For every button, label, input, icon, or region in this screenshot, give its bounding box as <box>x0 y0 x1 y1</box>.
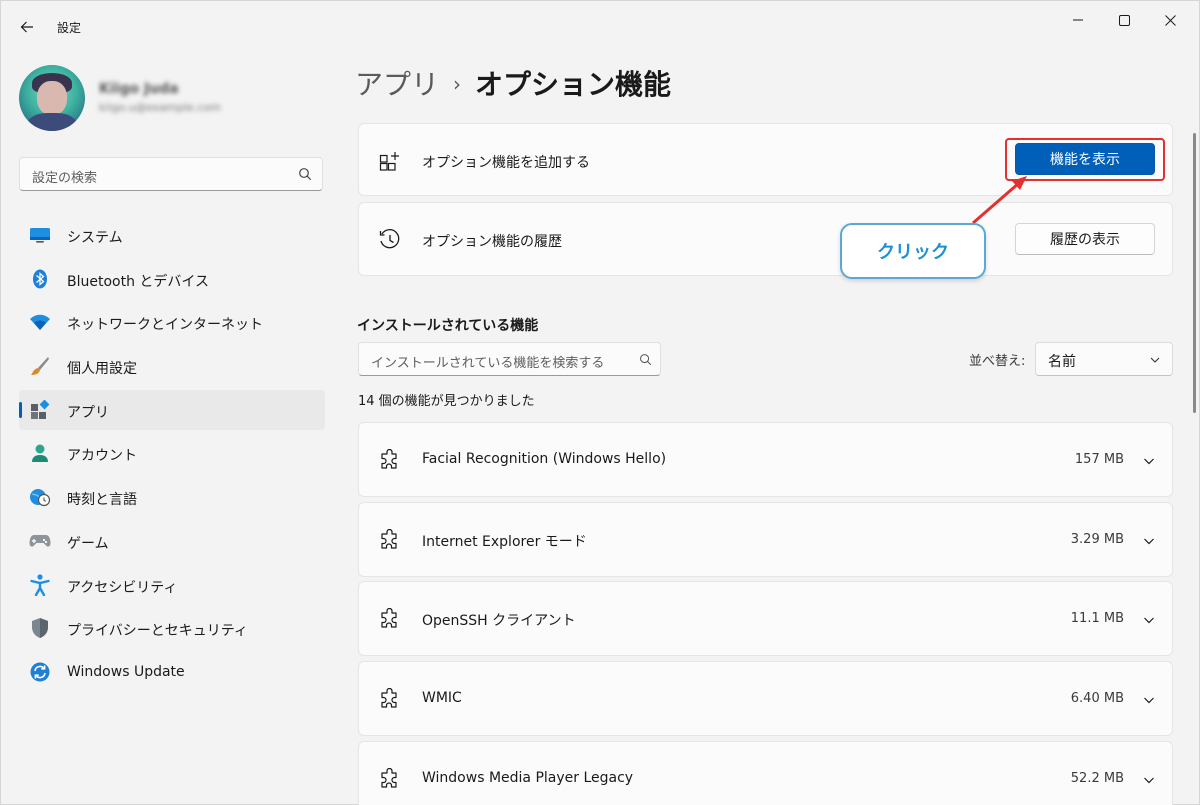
chevron-down-icon[interactable] <box>1140 532 1158 550</box>
sort-label: 並べ替え: <box>969 354 1026 369</box>
sidebar-item-accessibility[interactable]: アクセシビリティ <box>19 565 325 605</box>
sidebar-item-label: アプリ <box>67 404 109 421</box>
chevron-down-icon[interactable] <box>1140 452 1158 470</box>
wifi-icon <box>29 312 51 332</box>
sidebar-item-label: アカウント <box>67 448 137 465</box>
close-button[interactable] <box>1147 7 1193 33</box>
back-arrow-icon <box>20 21 33 33</box>
search-icon <box>640 354 652 366</box>
sidebar-item-label: プライバシーとセキュリティ <box>67 623 248 640</box>
puzzle-icon <box>377 686 403 712</box>
close-icon <box>1164 14 1176 26</box>
sidebar-item-label: システム <box>67 230 123 246</box>
gamepad-icon <box>29 531 51 551</box>
settings-search-placeholder: 設定の検索 <box>32 171 98 186</box>
settings-window: 設定 Kiigo Juda kiigo.u@example.com 設定の検索 <box>0 0 1200 805</box>
feature-row[interactable]: OpenSSH クライアント 11.1 MB <box>358 581 1173 656</box>
settings-search-input[interactable]: 設定の検索 <box>19 157 323 191</box>
sidebar-item-accounts[interactable]: アカウント <box>19 433 325 473</box>
sidebar-item-label: アクセシビリティ <box>67 579 178 596</box>
feature-name: OpenSSH クライアント <box>422 613 576 629</box>
accessibility-icon <box>29 573 51 596</box>
maximize-icon <box>1118 14 1130 26</box>
window-title: 設定 <box>57 21 82 35</box>
feature-size: 11.1 MB <box>1070 611 1124 626</box>
globe-clock-icon <box>29 487 51 507</box>
apps-icon <box>29 399 51 420</box>
sidebar-item-bluetooth[interactable]: Bluetooth とデバイス <box>19 259 325 299</box>
feature-history-label: オプション機能の履歴 <box>422 234 562 250</box>
scrollbar[interactable] <box>1193 133 1196 413</box>
breadcrumb-separator: › <box>453 72 462 96</box>
monitor-icon <box>29 225 51 245</box>
sidebar-item-time-language[interactable]: 時刻と言語 <box>19 477 325 517</box>
sidebar-item-apps[interactable]: アプリ <box>19 389 325 430</box>
back-button[interactable] <box>15 15 39 39</box>
minimize-button[interactable] <box>1055 7 1101 33</box>
callout-text: クリック <box>877 242 949 263</box>
feature-search-input[interactable]: インストールされている機能を検索する <box>358 342 661 376</box>
add-apps-icon <box>377 148 403 174</box>
sort-value: 名前 <box>1048 354 1076 370</box>
bluetooth-icon <box>29 269 51 289</box>
page-title: オプション機能 <box>475 68 672 101</box>
feature-count: 14 個の機能が見つかりました <box>358 394 535 409</box>
profile-email: kiigo.u@example.com <box>99 101 221 114</box>
chevron-down-icon[interactable] <box>1140 611 1158 629</box>
puzzle-icon <box>377 606 403 632</box>
feature-row[interactable]: Windows Media Player Legacy 52.2 MB <box>358 741 1173 805</box>
feature-name: Windows Media Player Legacy <box>422 770 634 786</box>
brush-icon <box>29 356 51 376</box>
add-feature-label: オプション機能を追加する <box>422 155 590 171</box>
feature-row[interactable]: Facial Recognition (Windows Hello) 157 M… <box>358 422 1173 497</box>
maximize-button[interactable] <box>1101 7 1147 33</box>
sidebar-item-label: ゲーム <box>67 535 109 552</box>
click-callout: クリック <box>840 223 986 279</box>
puzzle-icon <box>377 447 403 473</box>
feature-size: 52.2 MB <box>1070 771 1124 786</box>
sidebar-item-label: Bluetooth とデバイス <box>67 273 209 290</box>
feature-name: Facial Recognition (Windows Hello) <box>422 451 667 467</box>
sidebar-item-personalization[interactable]: 個人用設定 <box>19 346 325 386</box>
feature-search-placeholder: インストールされている機能を検索する <box>371 356 605 371</box>
breadcrumb: アプリ › オプション機能 <box>355 63 671 103</box>
sidebar-nav: システム Bluetooth とデバイス ネットワークとインターネット 個人用設… <box>19 215 325 696</box>
sidebar-item-label: 個人用設定 <box>67 361 137 378</box>
sidebar-item-label: 時刻と言語 <box>67 492 137 509</box>
title-bar: 設定 <box>1 1 1200 51</box>
minimize-icon <box>1073 19 1083 21</box>
update-icon <box>29 662 51 682</box>
feature-row[interactable]: Internet Explorer モード 3.29 MB <box>358 502 1173 577</box>
sidebar-item-system[interactable]: システム <box>19 215 325 255</box>
history-icon <box>377 227 403 253</box>
sidebar-item-gaming[interactable]: ゲーム <box>19 521 325 561</box>
chevron-down-icon[interactable] <box>1140 691 1158 709</box>
annotation-arrow-icon <box>972 176 1027 225</box>
sort-dropdown[interactable]: 名前 <box>1035 342 1173 376</box>
active-indicator <box>19 401 22 418</box>
account-icon <box>29 443 51 463</box>
sidebar-item-label: Windows Update <box>67 663 185 680</box>
feature-name: WMIC <box>422 690 462 706</box>
chevron-down-icon[interactable] <box>1140 771 1158 789</box>
installed-features-heading: インストールされている機能 <box>357 318 539 334</box>
puzzle-icon <box>377 766 403 792</box>
puzzle-icon <box>377 527 403 553</box>
shield-icon <box>29 618 51 639</box>
feature-size: 157 MB <box>1074 452 1124 467</box>
feature-size: 6.40 MB <box>1070 691 1124 706</box>
breadcrumb-parent[interactable]: アプリ <box>355 68 439 101</box>
avatar[interactable] <box>19 65 85 131</box>
sidebar-item-windows-update[interactable]: Windows Update <box>19 652 325 692</box>
feature-row[interactable]: WMIC 6.40 MB <box>358 661 1173 736</box>
feature-name: Internet Explorer モード <box>422 534 587 550</box>
sidebar-item-network[interactable]: ネットワークとインターネット <box>19 302 325 342</box>
chevron-down-icon <box>1150 357 1160 363</box>
sidebar-item-privacy[interactable]: プライバシーとセキュリティ <box>19 608 325 648</box>
sidebar-item-label: ネットワークとインターネット <box>67 317 263 334</box>
search-icon <box>299 168 312 181</box>
feature-size: 3.29 MB <box>1070 532 1124 547</box>
profile-name: Kiigo Juda <box>99 81 179 97</box>
